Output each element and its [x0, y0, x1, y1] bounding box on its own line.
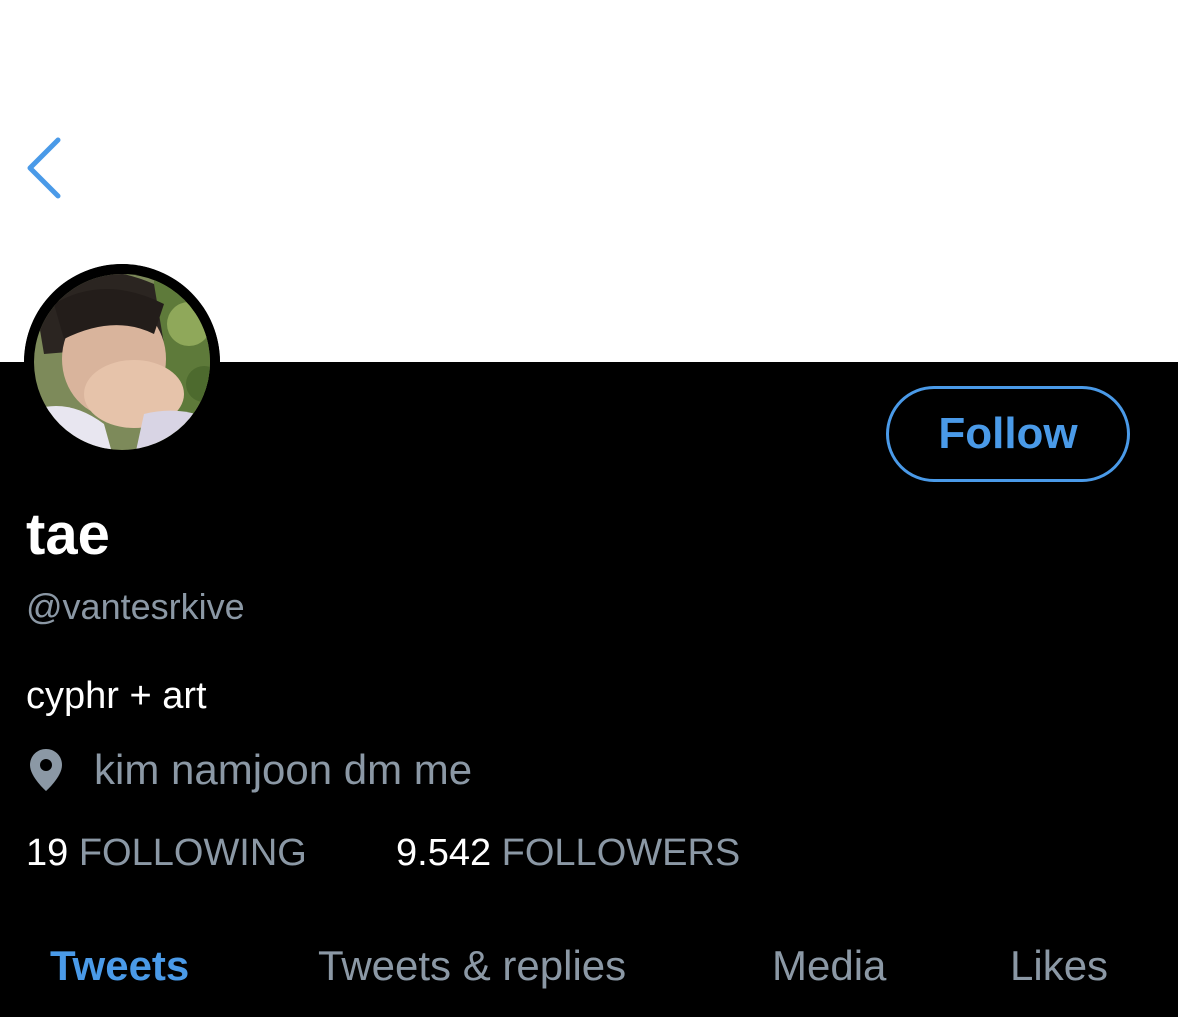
tab-tweets-replies[interactable]: Tweets & replies: [318, 936, 626, 996]
following-count: 19: [26, 832, 69, 874]
tab-likes[interactable]: Likes: [1010, 936, 1108, 996]
tab-media[interactable]: Media: [772, 936, 886, 996]
followers-label: FOLLOWERS: [501, 832, 741, 874]
location-pin-icon: [28, 747, 64, 793]
avatar-photo: [24, 264, 220, 460]
chevron-left-icon: [27, 137, 61, 199]
back-button[interactable]: [20, 132, 72, 204]
follow-button[interactable]: Follow: [886, 386, 1130, 482]
user-handle: @vantesrkive: [26, 586, 245, 627]
avatar[interactable]: [24, 264, 220, 460]
profile-tabs: Tweets Tweets & replies Media Likes: [0, 936, 1178, 996]
tab-tweets[interactable]: Tweets: [50, 936, 189, 996]
location-text: kim namjoon dm me: [94, 746, 473, 793]
bio: cyphr + art: [26, 675, 207, 717]
following-label: FOLLOWING: [78, 832, 307, 874]
following-stat[interactable]: 19 FOLLOWING: [26, 828, 307, 878]
display-name: tae: [26, 502, 110, 567]
followers-stat[interactable]: 9.542 FOLLOWERS: [396, 828, 740, 878]
followers-count: 9.542: [396, 832, 492, 874]
